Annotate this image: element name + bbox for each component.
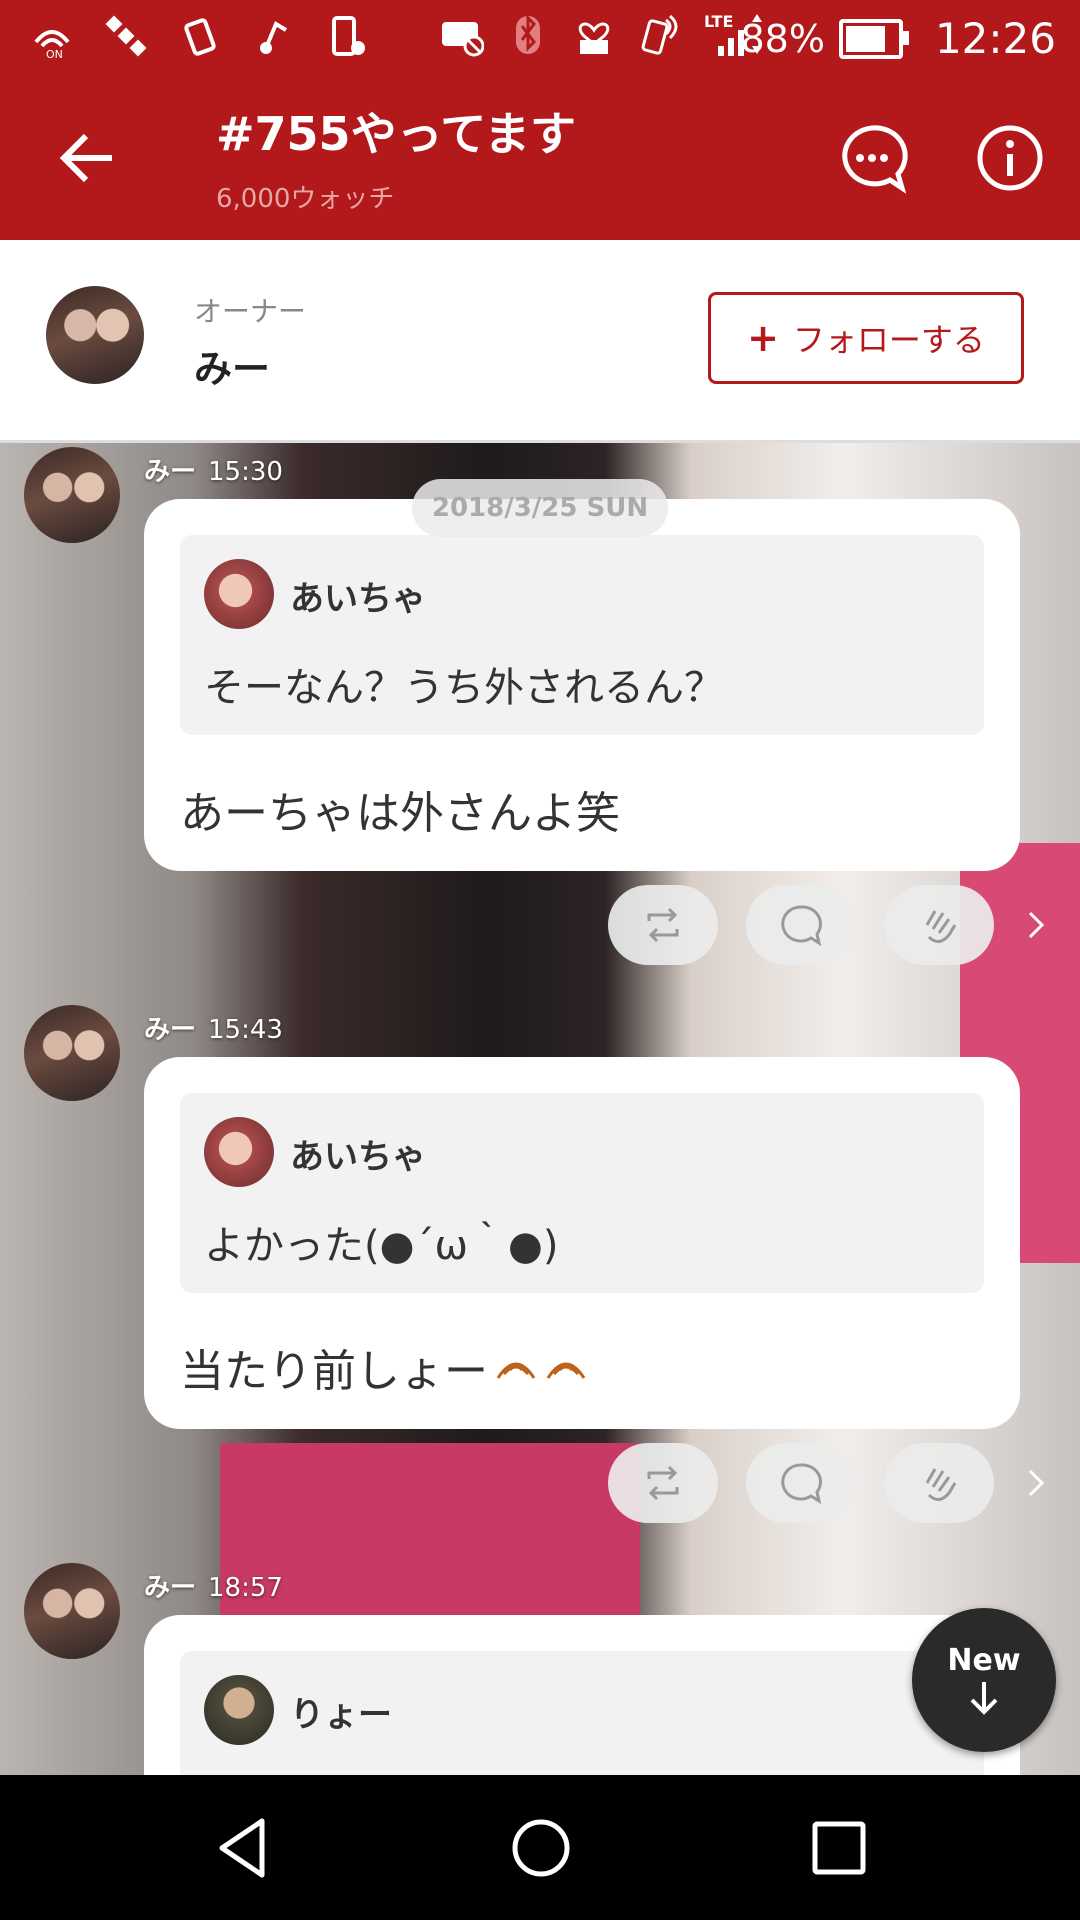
- settings-phone-icon: [332, 16, 365, 56]
- nfc-icon: [641, 14, 678, 55]
- quoted-message[interactable]: あいちゃ よかった(●´ω｀●): [180, 1093, 984, 1293]
- message-timeline[interactable]: みー 15:30 あいちゃ そーなん？うち外されるん？ あーちゃは外さんよ笑 2…: [0, 443, 1080, 1775]
- satellite-icon: [105, 15, 147, 57]
- vibrate-icon: [184, 18, 216, 56]
- follow-label: フォローする: [792, 321, 985, 359]
- message-meta: みー 18:57: [144, 1567, 283, 1604]
- owner-name[interactable]: みー: [194, 338, 270, 393]
- watch-count: 6,000ウォッチ: [216, 184, 395, 214]
- quote-author: あいちゃ: [290, 579, 426, 619]
- chevron-right-icon: [1028, 1469, 1045, 1497]
- follow-button[interactable]: + フォローする: [708, 292, 1024, 384]
- heart-mail-icon: [578, 22, 610, 54]
- wifi-calling-icon: ON: [34, 30, 70, 60]
- message-time: 15:43: [208, 1015, 283, 1045]
- avatar[interactable]: [24, 447, 120, 543]
- bluetooth-icon: [516, 14, 540, 54]
- nav-back-icon[interactable]: [208, 1813, 278, 1883]
- emoji-icon: [546, 1362, 586, 1379]
- avatar[interactable]: [24, 1563, 120, 1659]
- message-actions: [0, 885, 1080, 965]
- quote-avatar: [204, 1675, 274, 1745]
- date-divider: 2018/3/25 SUN: [412, 479, 668, 537]
- quote-avatar: [204, 559, 274, 629]
- chevron-right-icon: [1028, 911, 1045, 939]
- plus-icon: +: [747, 316, 779, 360]
- quote-author: あいちゃ: [290, 1137, 426, 1177]
- voicemail-off-icon: [442, 22, 484, 57]
- repost-icon: [647, 907, 679, 943]
- message-author: みー: [144, 457, 197, 487]
- message-author: みー: [144, 1573, 197, 1603]
- quoted-message[interactable]: りょー: [180, 1651, 984, 1775]
- battery-level: [845, 25, 885, 52]
- emoji-icon: [496, 1362, 536, 1379]
- battery-percent: 88%: [740, 16, 825, 61]
- reply-button[interactable]: [746, 1443, 856, 1523]
- message-text-row: 当たり前しょー: [180, 1335, 588, 1399]
- message-text: あーちゃは外さんよ笑: [180, 788, 620, 839]
- repost-button[interactable]: [608, 885, 718, 965]
- message-time: 18:57: [208, 1573, 283, 1603]
- clap-hand-icon: [925, 910, 957, 943]
- nav-home-icon[interactable]: [506, 1813, 576, 1883]
- avatar[interactable]: [24, 1005, 120, 1101]
- message-bubble[interactable]: あいちゃ よかった(●´ω｀●) 当たり前しょー: [144, 1057, 1020, 1429]
- clap-button[interactable]: [884, 885, 994, 965]
- speech-bubble-icon: [781, 1463, 822, 1505]
- message-meta: みー 15:43: [144, 1009, 283, 1046]
- message-meta: みー 15:30: [144, 451, 283, 488]
- repost-icon: [647, 1465, 679, 1501]
- more-chevron[interactable]: [1016, 1443, 1056, 1523]
- quote-author: りょー: [290, 1695, 392, 1735]
- app-bar: #755やってます 6,000ウォッチ: [0, 78, 1080, 240]
- clock: 12:26: [934, 14, 1056, 63]
- owner-label: オーナー: [194, 295, 307, 328]
- svg-text:ON: ON: [46, 48, 63, 60]
- message-bubble[interactable]: りょー: [144, 1615, 1020, 1775]
- chat-bubble-icon[interactable]: [836, 122, 908, 194]
- status-bar: ON LTE 88% 12:26: [0, 0, 1080, 78]
- message-actions: [0, 1443, 1080, 1523]
- back-arrow-icon[interactable]: [56, 126, 120, 190]
- clap-hand-icon: [925, 1468, 957, 1501]
- nav-recent-apps-icon[interactable]: [804, 1813, 874, 1883]
- new-label: New: [947, 1642, 1021, 1678]
- message-time: 15:30: [208, 457, 283, 487]
- quote-avatar: [204, 1117, 274, 1187]
- info-icon[interactable]: [974, 122, 1046, 194]
- clap-button[interactable]: [884, 1443, 994, 1523]
- arrow-down-icon: [970, 1681, 998, 1715]
- quoted-message[interactable]: あいちゃ そーなん？うち外されるん？: [180, 535, 984, 735]
- message-bubble[interactable]: あいちゃ そーなん？うち外されるん？ あーちゃは外さんよ笑: [144, 499, 1020, 871]
- battery-icon: [838, 18, 909, 59]
- message-author: みー: [144, 1015, 197, 1045]
- quote-text: そーなん？うち外されるん？: [204, 665, 724, 711]
- system-nav-bar: [0, 1775, 1080, 1920]
- reply-button[interactable]: [746, 885, 856, 965]
- page-title: #755やってます: [216, 107, 576, 161]
- repost-button[interactable]: [608, 1443, 718, 1523]
- speech-bubble-icon: [781, 905, 822, 947]
- more-chevron[interactable]: [1016, 885, 1056, 965]
- owner-avatar[interactable]: [46, 286, 144, 384]
- new-messages-button[interactable]: New: [912, 1608, 1056, 1752]
- music-icon: [260, 21, 288, 54]
- message-text: 当たり前しょー: [180, 1346, 488, 1397]
- owner-section: オーナー みー + フォローする: [0, 240, 1080, 443]
- quote-text: よかった(●´ω｀●): [204, 1223, 559, 1269]
